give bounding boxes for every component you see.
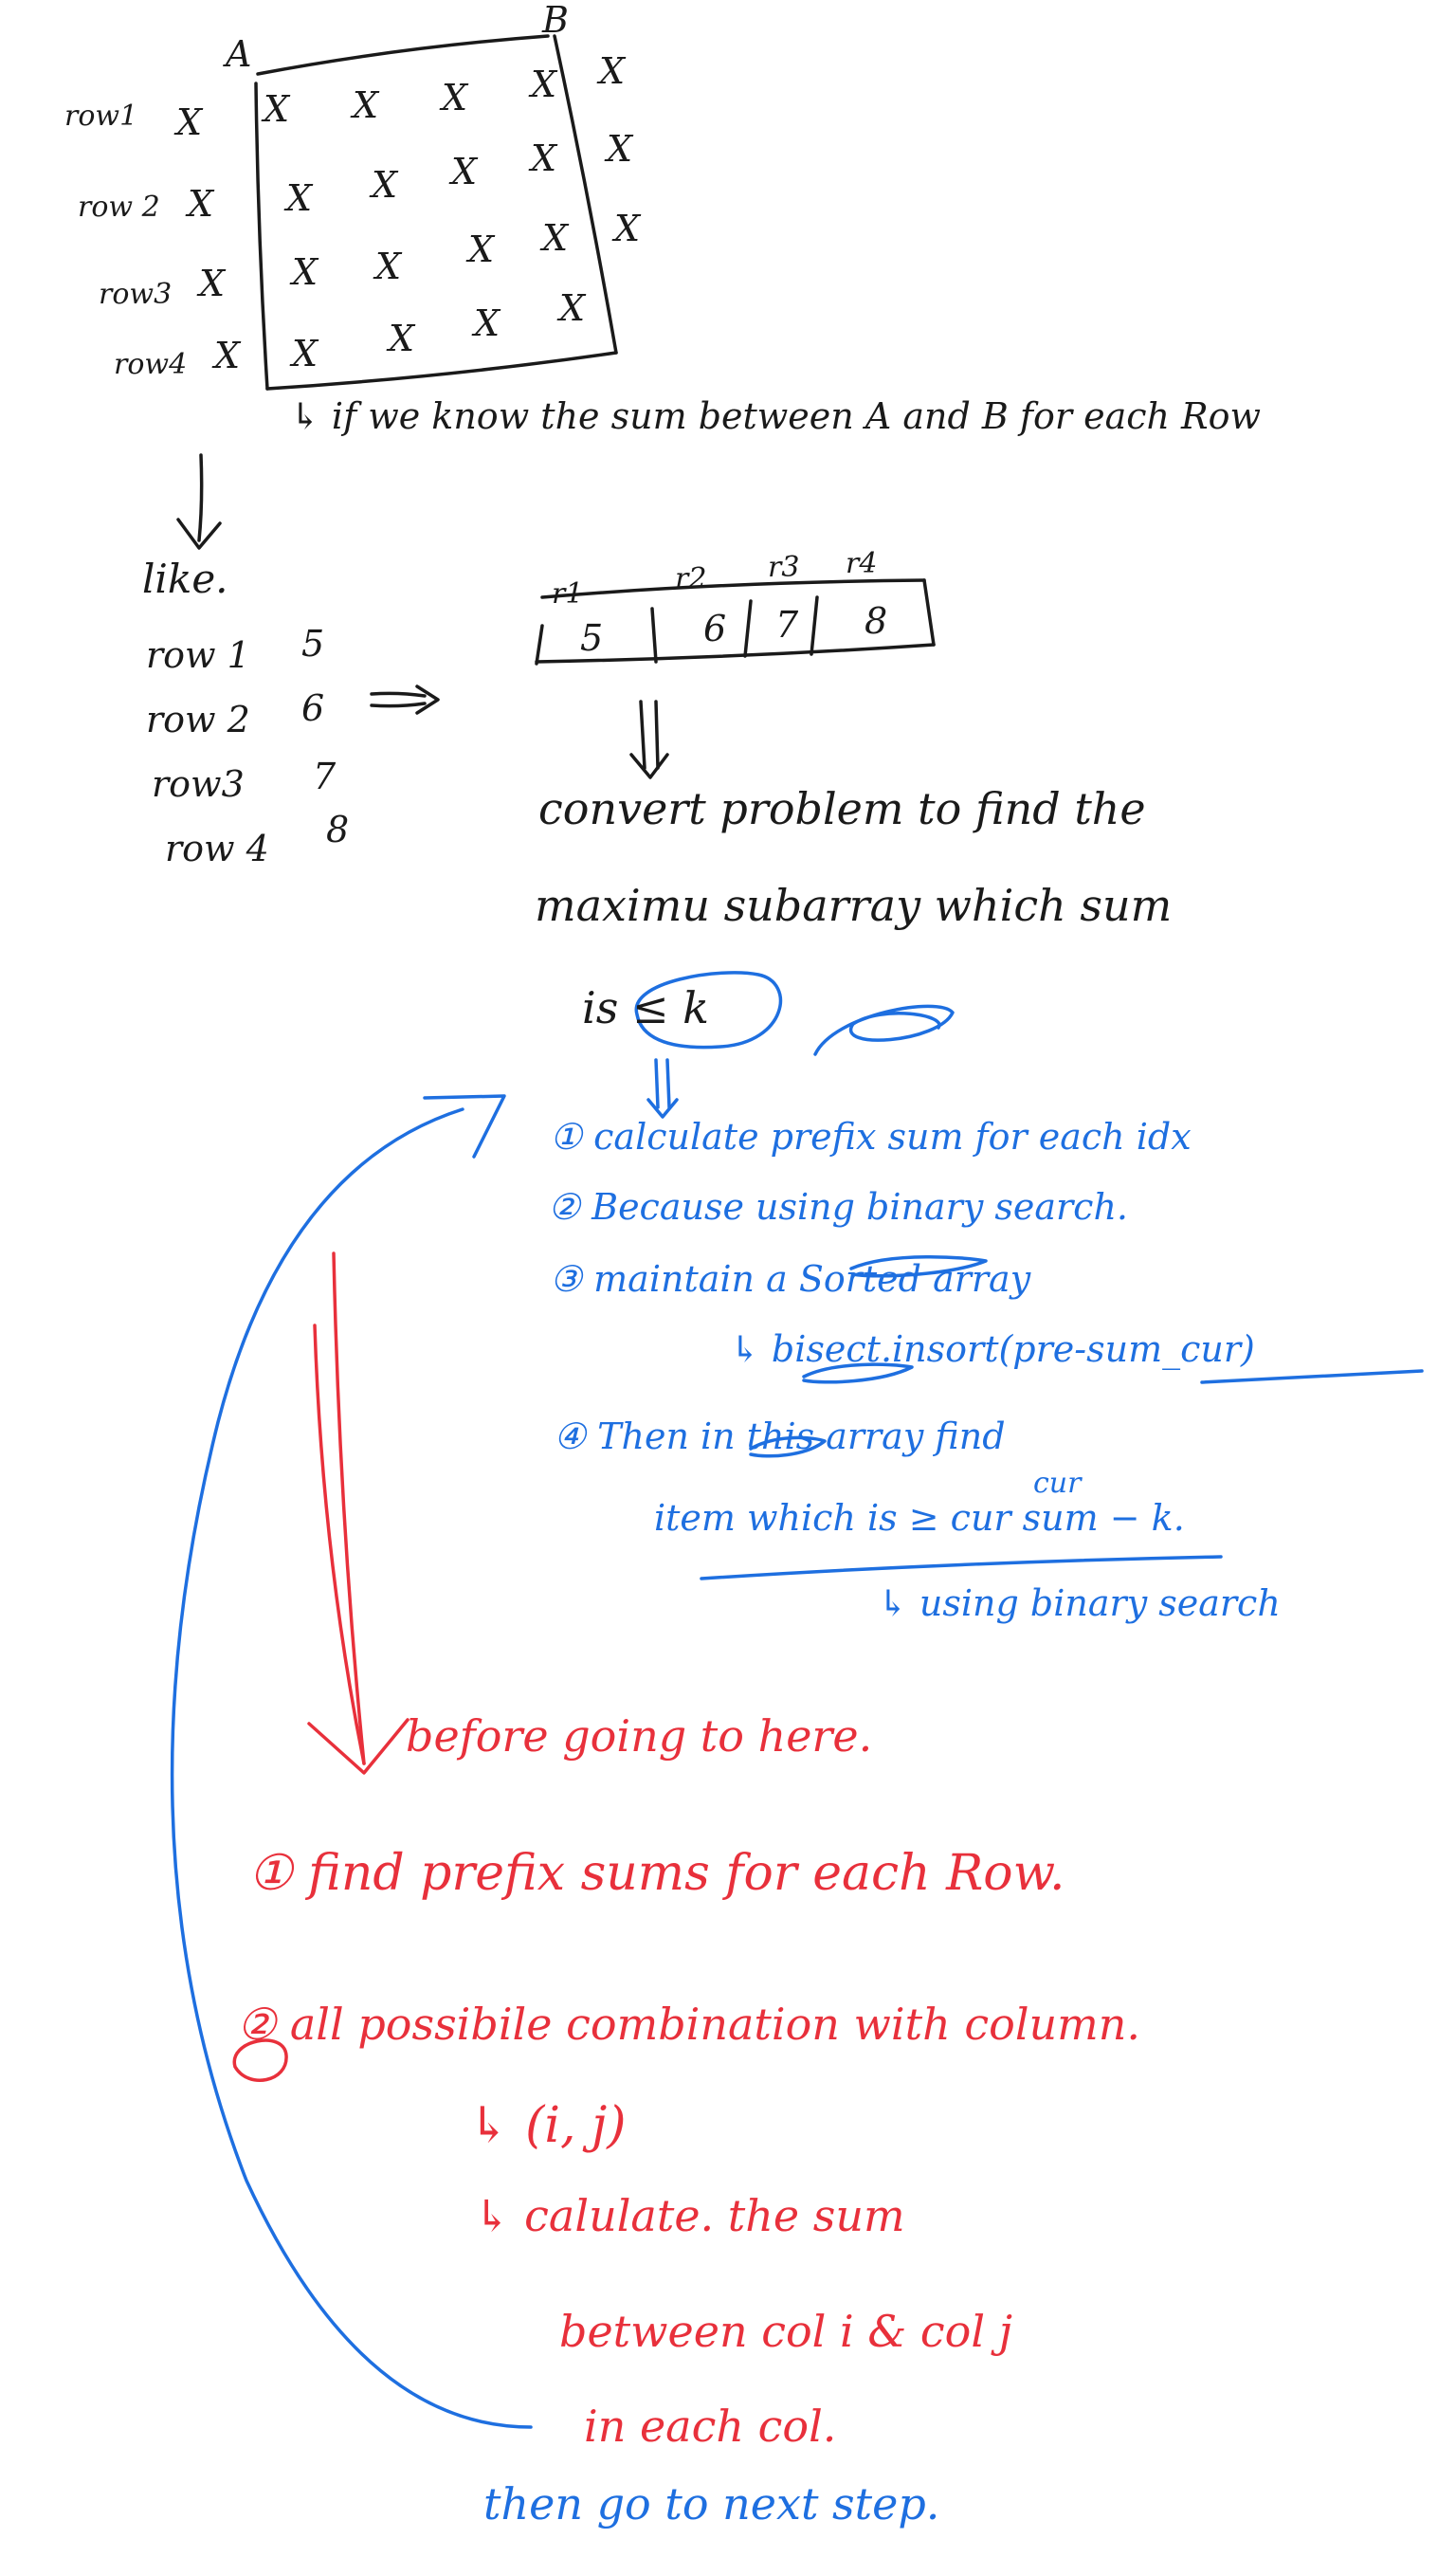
like-title: like. — [142, 556, 228, 602]
array-box-right — [922, 578, 936, 647]
red-note: before going to here. — [406, 1710, 873, 1762]
array-divider-3 — [810, 595, 819, 656]
array-divider-2 — [743, 599, 753, 658]
array-cell-value: 8 — [864, 600, 888, 642]
blue-step-super: cur — [1033, 1467, 1082, 1500]
array-header: r1 — [552, 577, 584, 611]
scribble-erased — [813, 1004, 955, 1056]
convert-line: convert problem to find the — [538, 783, 1146, 834]
array-box-top — [540, 578, 926, 599]
matrix-row-label: row 2 — [78, 191, 160, 224]
matrix-cell-mark: X — [599, 50, 626, 92]
array-cell-value: 5 — [580, 617, 604, 659]
matrix-row-label: row3 — [99, 278, 173, 311]
blue-step: item which is ≥ cur sum − k. — [654, 1497, 1185, 1539]
blue-step: ② Because using binary search. — [548, 1186, 1129, 1228]
matrix-cell-mark: X — [474, 302, 500, 344]
matrix-cell-mark: X — [542, 217, 569, 259]
down-arrow-shaft — [197, 453, 204, 542]
matrix-row-label: row4 — [114, 348, 188, 381]
underline-item — [700, 1555, 1223, 1580]
matrix-row-mark: X — [188, 183, 214, 225]
like-row-label: row 4 — [165, 828, 269, 869]
matrix-row-mark: X — [176, 101, 203, 143]
like-row-value: 6 — [301, 687, 325, 729]
array-header: r2 — [675, 562, 707, 595]
array-header: r4 — [846, 547, 878, 580]
corner-label-a: A — [226, 33, 252, 75]
note-top: ↳ if we know the sum between A and B for… — [290, 395, 1262, 437]
down-double-blue-b — [665, 1058, 671, 1109]
down-double-line-a — [639, 700, 646, 770]
right-arrow-head — [415, 685, 440, 715]
right-arrow-1 — [370, 691, 427, 698]
red-note: ↳ (i, j) — [468, 2097, 627, 2154]
like-row-value: 8 — [326, 809, 350, 850]
array-cell-value: 7 — [775, 604, 799, 646]
matrix-cell-mark: X — [264, 88, 290, 130]
matrix-cell-mark: X — [292, 333, 318, 374]
matrix-cell-mark: X — [614, 208, 641, 249]
loop-arrow-head — [423, 1094, 506, 1159]
matrix-top-edge — [256, 34, 550, 76]
like-row-label: row 2 — [146, 699, 250, 740]
red-note: in each col. — [584, 2401, 837, 2452]
matrix-cell-mark: X — [372, 164, 398, 206]
matrix-cell-mark: X — [468, 228, 495, 270]
array-box-left — [535, 624, 544, 666]
blue-step: ↳ using binary search — [878, 1582, 1281, 1624]
array-header: r3 — [768, 551, 800, 584]
convert-line: is ≤ k — [582, 982, 709, 1033]
matrix-bottom-edge — [265, 351, 618, 391]
array-cell-value: 6 — [703, 608, 727, 649]
like-row-value: 5 — [301, 623, 325, 665]
array-divider-1 — [650, 607, 658, 664]
red-note: between col i & col j — [559, 2306, 1012, 2357]
matrix-cell-mark: X — [286, 177, 313, 219]
like-row-label: row3 — [152, 763, 245, 805]
matrix-row-mark: X — [214, 335, 241, 376]
matrix-row-mark: X — [199, 263, 226, 304]
matrix-row-label: row1 — [64, 100, 138, 133]
blue-step: ① calculate prefix sum for each idx — [550, 1116, 1192, 1158]
matrix-cell-mark: X — [559, 287, 586, 329]
red-note: ↳ calulate. the sum — [474, 2190, 905, 2241]
matrix-cell-mark: X — [607, 128, 633, 170]
red-note: ② all possibile combination with column. — [237, 1999, 1141, 2050]
matrix-cell-mark: X — [531, 137, 557, 179]
blue-step: ④ Then in this array find — [554, 1415, 1006, 1457]
down-double-blue-head — [646, 1098, 679, 1119]
underline-insort — [1200, 1369, 1424, 1384]
corner-label-b: B — [542, 0, 569, 41]
down-double-line-b — [654, 700, 660, 770]
like-row-label: row 1 — [146, 634, 250, 676]
matrix-cell-mark: X — [442, 77, 468, 119]
blue-step: ③ maintain a Sorted array — [550, 1258, 1031, 1300]
down-double-head — [629, 753, 669, 779]
matrix-cell-mark: X — [531, 64, 557, 105]
matrix-cell-mark: X — [375, 246, 402, 287]
convert-line: maximu subarray which sum — [535, 880, 1173, 931]
blue-step: ↳ bisect.insort(pre-sum_cur) — [730, 1328, 1255, 1370]
down-double-blue-a — [654, 1058, 660, 1109]
matrix-cell-mark: X — [353, 84, 379, 126]
right-arrow-2 — [370, 702, 427, 708]
blue-final-note: then go to next step. — [483, 2478, 940, 2529]
red-note: ① find prefix sums for each Row. — [248, 1845, 1065, 1902]
like-row-value: 7 — [313, 756, 337, 797]
matrix-cell-mark: X — [292, 251, 318, 293]
matrix-cell-mark: X — [389, 318, 415, 359]
matrix-cell-mark: X — [451, 151, 478, 192]
